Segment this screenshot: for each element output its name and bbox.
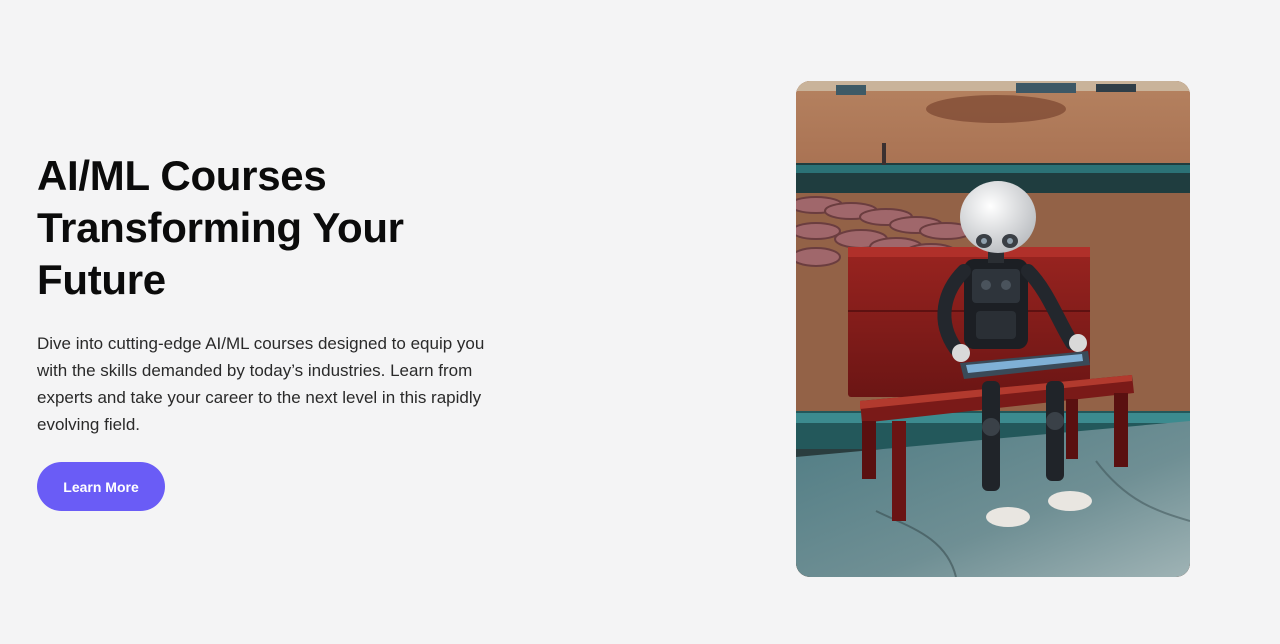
learn-more-button[interactable]: Learn More: [37, 462, 165, 511]
hero-image: [796, 81, 1190, 577]
hero-section: AI/ML Courses Transforming Your Future D…: [0, 0, 1280, 644]
hero-description: Dive into cutting-edge AI/ML courses des…: [37, 334, 485, 434]
hero-text-block: AI/ML Courses Transforming Your Future D…: [37, 150, 517, 438]
robot-on-bench-illustration: [796, 81, 1190, 577]
hero-title: AI/ML Courses Transforming Your Future: [37, 152, 404, 303]
